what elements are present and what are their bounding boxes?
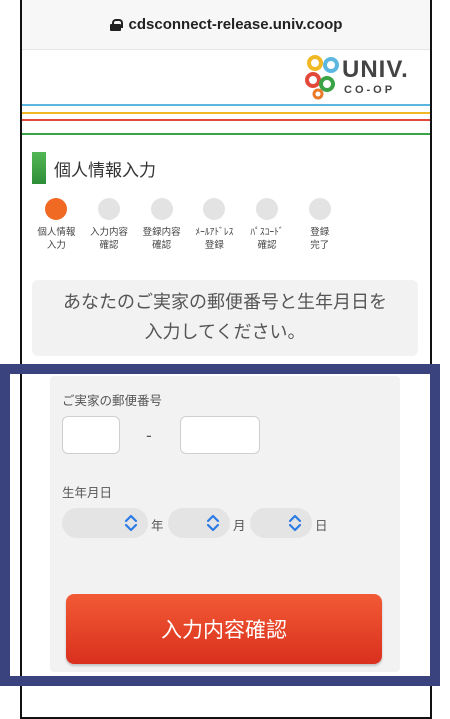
step-indicator <box>256 198 279 220</box>
lock-icon <box>109 18 123 31</box>
stripe-green <box>22 133 430 135</box>
step-indicator <box>98 198 120 220</box>
instruction-notice: あなたのご実家の郵便番号と生年月日を 入力してください。 <box>32 280 418 356</box>
stripe-yellow <box>22 112 430 114</box>
step-2: 入力内容 確認 <box>83 198 136 252</box>
address-bar[interactable]: cdsconnect-release.univ.coop <box>22 0 430 50</box>
step-4: ﾒｰﾙｱﾄﾞﾚｽ 登録 <box>188 198 241 252</box>
progress-steps: 個人情報 入力 入力内容 確認 登録内容 確認 ﾒｰﾙｱﾄﾞﾚｽ 登録 ﾊﾟｽｺ… <box>30 198 346 252</box>
step-label: 個人情報 入力 <box>37 227 76 251</box>
step-label: ﾒｰﾙｱﾄﾞﾚｽ 登録 <box>195 227 234 251</box>
step-indicator <box>203 198 226 220</box>
step-3: 登録内容 確認 <box>135 198 188 252</box>
step-6: 登録 完了 <box>293 198 346 252</box>
step-label: ﾊﾟｽｺｰﾄﾞ 確認 <box>250 227 284 251</box>
step-indicator <box>150 198 173 220</box>
logo-text-univ: UNIV. <box>342 56 409 83</box>
step-label: 登録内容 確認 <box>142 227 181 251</box>
step-5: ﾊﾟｽｺｰﾄﾞ 確認 <box>241 198 294 252</box>
step-indicator <box>308 198 331 220</box>
step-indicator-active <box>45 198 68 220</box>
stripe-red <box>22 119 430 121</box>
site-header: UNIV. CO-OP <box>22 50 430 102</box>
univ-coop-logo[interactable]: UNIV. CO-OP <box>304 54 416 100</box>
highlight-frame <box>0 364 440 686</box>
stripe-blue <box>22 104 430 106</box>
logo-text-coop: CO-OP <box>344 84 396 96</box>
coop-circles-icon <box>305 55 339 100</box>
step-label: 登録 完了 <box>310 227 330 251</box>
page-title-text: 個人情報入力 <box>54 160 156 181</box>
title-accent-bar <box>32 152 46 184</box>
step-label: 入力内容 確認 <box>90 227 129 251</box>
page-title: 個人情報入力 <box>32 152 156 184</box>
url-text: cdsconnect-release.univ.coop <box>128 16 343 33</box>
step-1: 個人情報 入力 <box>30 198 83 252</box>
